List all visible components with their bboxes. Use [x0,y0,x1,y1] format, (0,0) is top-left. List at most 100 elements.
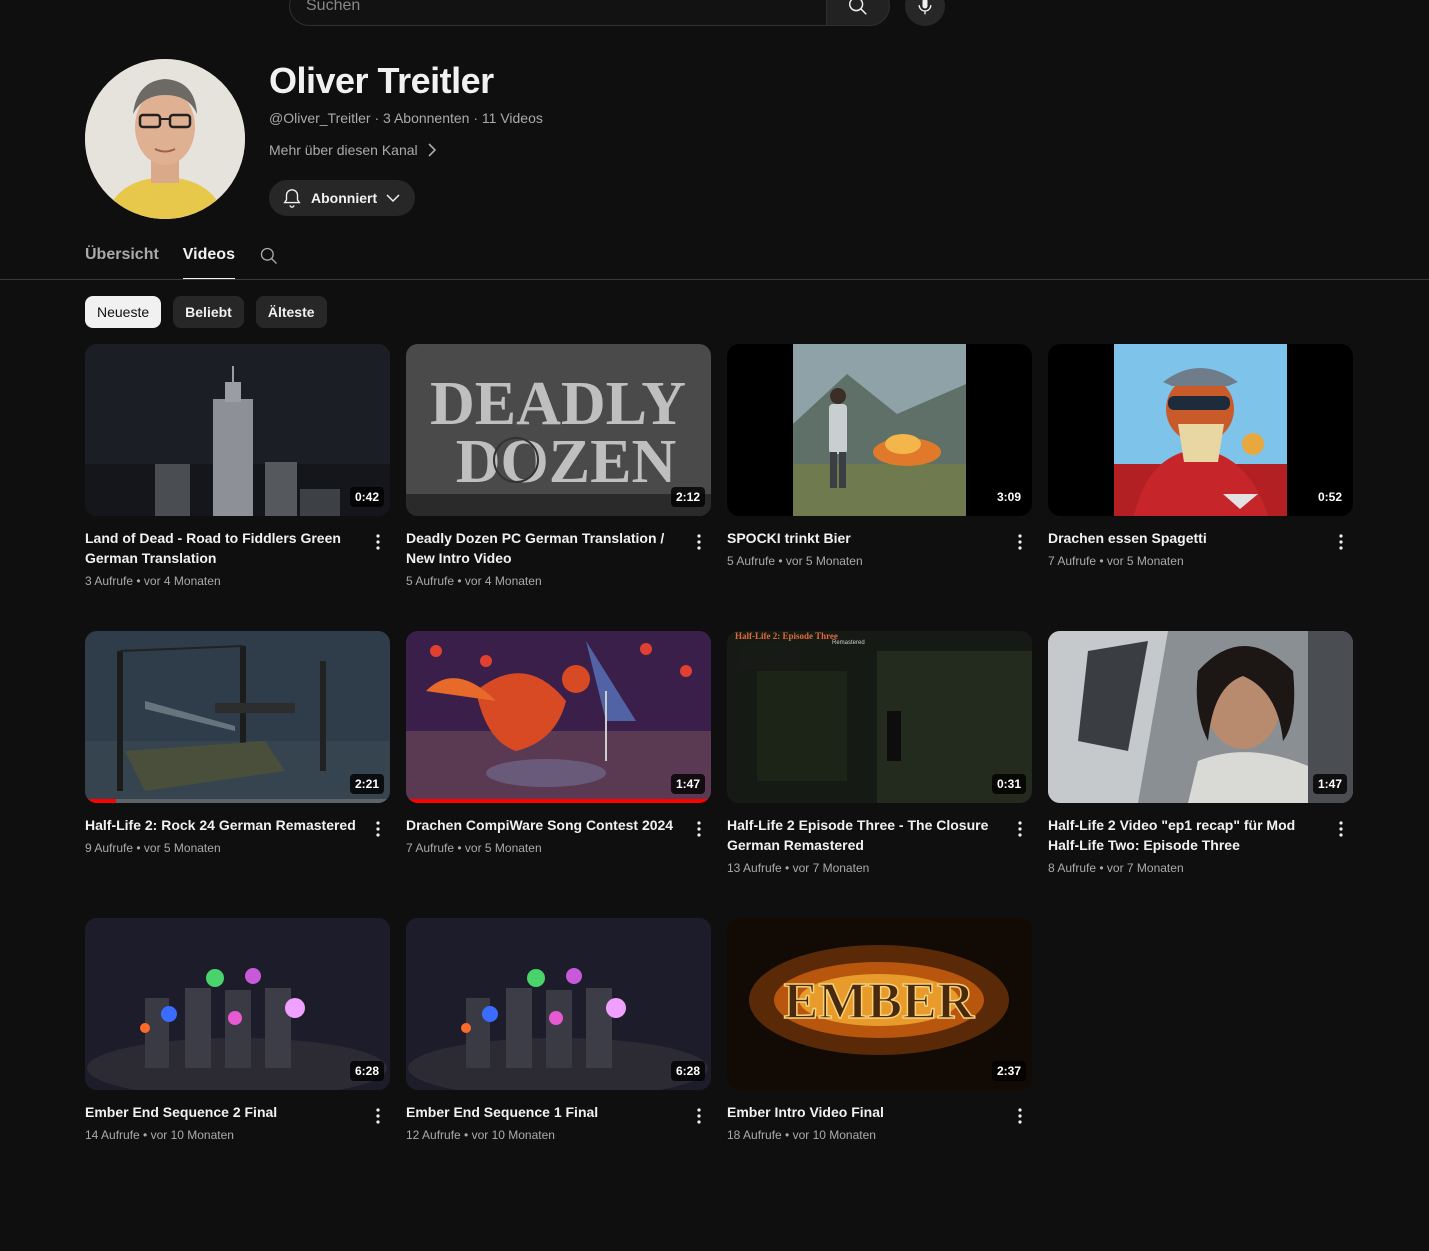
video-stats: 9 Aufrufe • vor 5 Monaten [85,841,221,855]
video-title[interactable]: Drachen CompiWare Song Contest 2024 [406,815,711,835]
more-vert-icon [697,1108,701,1124]
watch-progress-bar [406,799,711,803]
video-stats: 13 Aufrufe • vor 7 Monaten [727,861,870,875]
video-stats: 18 Aufrufe • vor 10 Monaten [727,1128,876,1142]
video-menu-button[interactable] [366,1104,390,1128]
video-duration: 2:37 [991,1061,1026,1081]
watch-progress-fill [85,799,116,803]
tab-overview[interactable]: Übersicht [85,236,159,280]
video-thumbnail[interactable]: 6:28 [85,918,390,1090]
chip-oldest[interactable]: Älteste [255,296,327,328]
video-thumbnail[interactable]: 0:52 [1048,344,1353,516]
chevron-right-icon [428,143,436,157]
video-stats: 3 Aufrufe • vor 4 Monaten [85,574,221,588]
video-title[interactable]: SPOCKI trinkt Bier [727,528,1032,548]
video-stats: 5 Aufrufe • vor 5 Monaten [727,554,863,568]
video-title[interactable]: Half-Life 2 Episode Three - The Closure … [727,815,1032,855]
video-card: 6:28 Ember End Sequence 1 Final 12 Aufru… [406,918,711,1205]
video-card: DEADLY DOZEN 2:12 Deadly Dozen PC German… [406,344,711,631]
tabs-divider [0,279,1429,280]
subscribed-button[interactable]: Abonniert [269,180,416,216]
watch-progress-fill [406,799,711,803]
video-card: EMBER 2:37 Ember Intro Video Final 18 Au… [727,918,1032,1205]
channel-avatar[interactable] [85,59,245,219]
thumb-text-title: Half-Life 2: Episode Three [735,631,838,641]
video-title[interactable]: Ember End Sequence 2 Final [85,1102,390,1122]
video-title[interactable]: Land of Dead - Road to Fiddlers Green Ge… [85,528,390,568]
video-thumbnail[interactable]: EMBER 2:37 [727,918,1032,1090]
video-duration: 6:28 [349,1061,384,1081]
video-menu-button[interactable] [1329,530,1353,554]
channel-name: Oliver Treitler [269,60,494,101]
video-menu-button[interactable] [1008,530,1032,554]
video-stats: 7 Aufrufe • vor 5 Monaten [1048,554,1184,568]
video-stats: 5 Aufrufe • vor 4 Monaten [406,574,542,588]
video-duration: 1:47 [1312,774,1347,794]
video-title[interactable]: Half-Life 2 Video "ep1 recap" für Mod Ha… [1048,815,1353,855]
video-title[interactable]: Drachen essen Spagetti [1048,528,1353,548]
more-vert-icon [697,821,701,837]
video-duration: 0:52 [1312,487,1347,507]
video-thumbnail[interactable]: 3:09 [727,344,1032,516]
video-title[interactable]: Ember Intro Video Final [727,1102,1032,1122]
video-thumbnail[interactable]: 2:21 [85,631,390,803]
video-menu-button[interactable] [687,817,711,841]
channel-meta: @Oliver_Treitler · 3 Abonnenten · 11 Vid… [269,110,543,126]
video-card: 1:47 Drachen CompiWare Song Contest 2024… [406,631,711,918]
tab-search-button[interactable] [259,236,279,271]
video-duration: 0:42 [349,487,384,507]
video-duration: 0:31 [991,774,1026,794]
more-vert-icon [1018,1108,1022,1124]
more-vert-icon [376,534,380,550]
video-duration: 1:47 [670,774,705,794]
video-card: 0:52 Drachen essen Spagetti 7 Aufrufe • … [1048,344,1353,631]
chip-popular[interactable]: Beliebt [173,296,244,328]
video-thumbnail[interactable]: 1:47 [406,631,711,803]
video-card: 0:42 Land of Dead - Road to Fiddlers Gre… [85,344,390,631]
video-menu-button[interactable] [687,1104,711,1128]
chip-newest[interactable]: Neueste [85,296,162,328]
subscribed-label: Abonniert [311,190,378,206]
video-stats: 14 Aufrufe • vor 10 Monaten [85,1128,234,1142]
tab-videos[interactable]: Videos [182,236,235,280]
thumb-text-ember: EMBER [784,973,976,1030]
video-thumbnail[interactable]: 1:47 [1048,631,1353,803]
bell-icon [283,189,301,208]
more-vert-icon [376,821,380,837]
channel-tabs: Übersicht Videos [85,236,279,280]
video-menu-button[interactable] [366,530,390,554]
video-card: 1:47 Half-Life 2 Video "ep1 recap" für M… [1048,631,1353,918]
more-vert-icon [376,1108,380,1124]
top-search-bar: Suchen [289,0,945,26]
video-grid: 0:42 Land of Dead - Road to Fiddlers Gre… [85,344,1353,1205]
video-duration: 2:12 [670,487,705,507]
voice-search-button[interactable] [905,0,945,26]
video-menu-button[interactable] [366,817,390,841]
video-card: Half-Life 2: Episode Three Remastered 0:… [727,631,1032,918]
more-vert-icon [1339,821,1343,837]
video-title[interactable]: Deadly Dozen PC German Translation / New… [406,528,711,568]
chevron-down-icon [386,194,400,203]
video-duration: 2:21 [349,774,384,794]
video-thumbnail[interactable]: Half-Life 2: Episode Three Remastered 0:… [727,631,1032,803]
video-thumbnail[interactable]: 6:28 [406,918,711,1090]
video-stats: 8 Aufrufe • vor 7 Monaten [1048,861,1184,875]
search-button[interactable] [826,0,890,26]
video-card: 6:28 Ember End Sequence 2 Final 14 Aufru… [85,918,390,1205]
video-thumbnail[interactable]: DEADLY DOZEN 2:12 [406,344,711,516]
more-about-channel-label: Mehr über diesen Kanal [269,142,418,158]
video-menu-button[interactable] [1008,817,1032,841]
watch-progress-bar [85,799,390,803]
video-menu-button[interactable] [1008,1104,1032,1128]
more-about-channel-link[interactable]: Mehr über diesen Kanal [269,142,438,158]
video-menu-button[interactable] [687,530,711,554]
video-thumbnail[interactable]: 0:42 [85,344,390,516]
search-input[interactable]: Suchen [289,0,826,26]
search-icon [849,0,867,15]
more-vert-icon [1339,534,1343,550]
video-menu-button[interactable] [1329,817,1353,841]
video-title[interactable]: Ember End Sequence 1 Final [406,1102,711,1122]
search-icon [260,247,277,264]
video-duration: 3:09 [991,487,1026,507]
video-title[interactable]: Half-Life 2: Rock 24 German Remastered [85,815,390,835]
